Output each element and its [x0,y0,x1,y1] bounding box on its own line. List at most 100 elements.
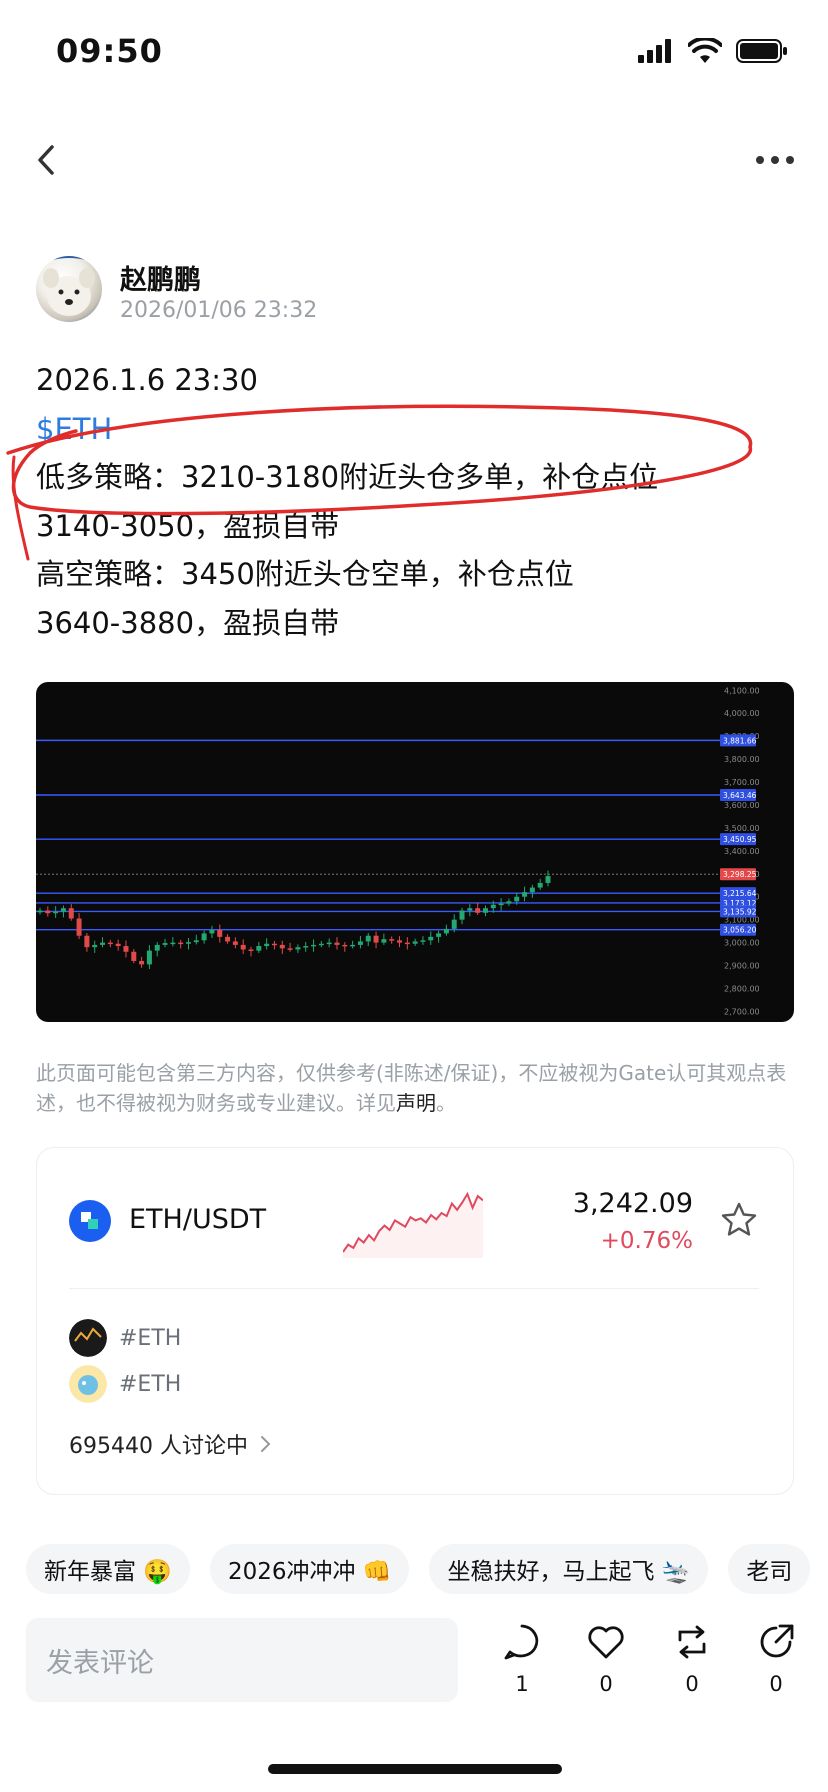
topic-item[interactable]: #ETH [69,1318,181,1358]
comment-button[interactable]: 1 [492,1622,552,1702]
candle-body [365,935,371,942]
more-dots-icon [756,156,794,164]
star-icon [721,1202,757,1236]
candle-body [303,946,309,948]
quick-tag[interactable]: 老司 [728,1544,811,1594]
y-tick-label: 3,400.00 [724,847,760,856]
disclaimer-link[interactable]: 声明 [396,1091,436,1115]
candle-body [240,944,246,950]
candle-body [271,943,277,946]
post-line: 3640-3880，盈损自带 [36,605,340,640]
candle-body [68,908,74,919]
status-icons [638,38,788,64]
candle-body [92,944,98,948]
candle-body [201,933,207,941]
eth-tag-link[interactable]: $ETH [36,405,796,454]
more-button[interactable] [750,130,800,190]
candle-body [514,896,520,902]
y-tick-label: 4,000.00 [724,709,760,718]
candle-body [326,942,332,945]
price-chart[interactable]: 4,100.004,000.003,900.003,800.003,700.00… [36,682,794,1022]
disclaimer-end: 。 [436,1091,456,1115]
candle-body [342,944,348,947]
battery-icon [736,39,787,63]
post-timestamp: 2026/01/06 23:32 [120,298,318,323]
candle-body [45,910,51,914]
like-count: 0 [599,1672,613,1696]
chevron-right-icon [260,1436,271,1452]
comment-placeholder: 发表评论 [46,1647,154,1679]
candle-body [537,882,543,888]
topic-item[interactable]: #ETH [69,1364,181,1404]
candle-body [350,944,356,947]
candle-body [311,944,317,947]
quick-tag[interactable]: 2026冲冲冲 👊 [209,1544,410,1594]
author-avatar[interactable] [36,256,102,322]
candle-body [404,942,410,945]
home-indicator [268,1764,562,1774]
comment-input[interactable]: 发表评论 [26,1618,458,1702]
share-button[interactable]: 0 [746,1622,806,1702]
candle-body [178,942,184,945]
candlestick-chart: 4,100.004,000.003,900.003,800.003,700.00… [36,686,760,1016]
candle-body [506,901,512,904]
candle-body [146,950,152,965]
candle-body [397,940,403,943]
quick-tag[interactable]: 新年暴富 🤑 [26,1544,190,1594]
heart-icon [588,1626,624,1659]
candle-body [373,935,379,943]
candle-body [381,939,387,943]
candle-body [475,908,481,913]
y-tick-label: 2,800.00 [724,984,760,993]
candle-body [334,942,340,945]
candle-body [193,940,199,943]
discussion-link[interactable]: 695440 人讨论中 [69,1428,272,1460]
candle-body [154,944,160,951]
quick-tag[interactable]: 坐稳扶好，马上起飞 🛬 [429,1544,709,1594]
candle-body [232,941,238,945]
favorite-button[interactable] [719,1200,759,1240]
y-tick-label: 3,800.00 [724,755,760,764]
market-card[interactable]: ETH/USDT 3,242.09 +0.76% #ETH #ETH 69544… [36,1147,794,1495]
candle-body [123,946,129,952]
like-button[interactable]: 0 [576,1622,636,1702]
candle-body [185,942,191,944]
candle-body [436,933,442,937]
status-time: 09:50 [56,32,163,70]
repost-button[interactable]: 0 [662,1622,722,1702]
y-tick-label: 3,500.00 [724,824,760,833]
post-line: 3140-3050，盈损自带 [36,508,340,543]
chevron-left-icon [38,145,54,175]
level-label: 3,643.46 [723,791,757,800]
quick-tag-row: 新年暴富 🤑 2026冲冲冲 👊 坐稳扶好，马上起飞 🛬 老司 [26,1544,828,1594]
candle-body [279,944,285,949]
share-icon [760,1624,794,1658]
candle-body [482,908,488,913]
candle-body [490,904,496,909]
y-tick-label: 2,900.00 [724,962,760,971]
candle-body [248,949,254,951]
pair-price: 3,242.09 [572,1188,693,1219]
author-name[interactable]: 赵鹏鹏 [120,258,201,297]
candle-body [60,908,66,912]
topic-avatar-icon [69,1319,107,1357]
level-label: 3,215.64 [723,889,757,898]
repost-count: 0 [685,1672,699,1696]
candle-body [420,940,426,942]
candle-body [162,943,168,945]
level-label: 3,450.95 [723,835,757,844]
candle-body [389,939,395,941]
status-bar: 09:50 [0,0,828,100]
back-button[interactable] [36,130,76,190]
disclaimer: 此页面可能包含第三方内容，仅供参考(非陈述/保证)，不应被视为Gate认可其观点… [36,1058,794,1118]
comment-count: 1 [515,1672,529,1696]
nav-bar [0,130,828,190]
price-sparkline [343,1191,483,1258]
candle-body [84,935,90,948]
y-tick-label: 3,700.00 [724,778,760,787]
candle-body [459,910,465,920]
cellular-signal-icon [638,39,671,63]
level-label: 3,135.92 [723,907,757,916]
candle-body [53,911,59,914]
candle-body [170,942,176,945]
